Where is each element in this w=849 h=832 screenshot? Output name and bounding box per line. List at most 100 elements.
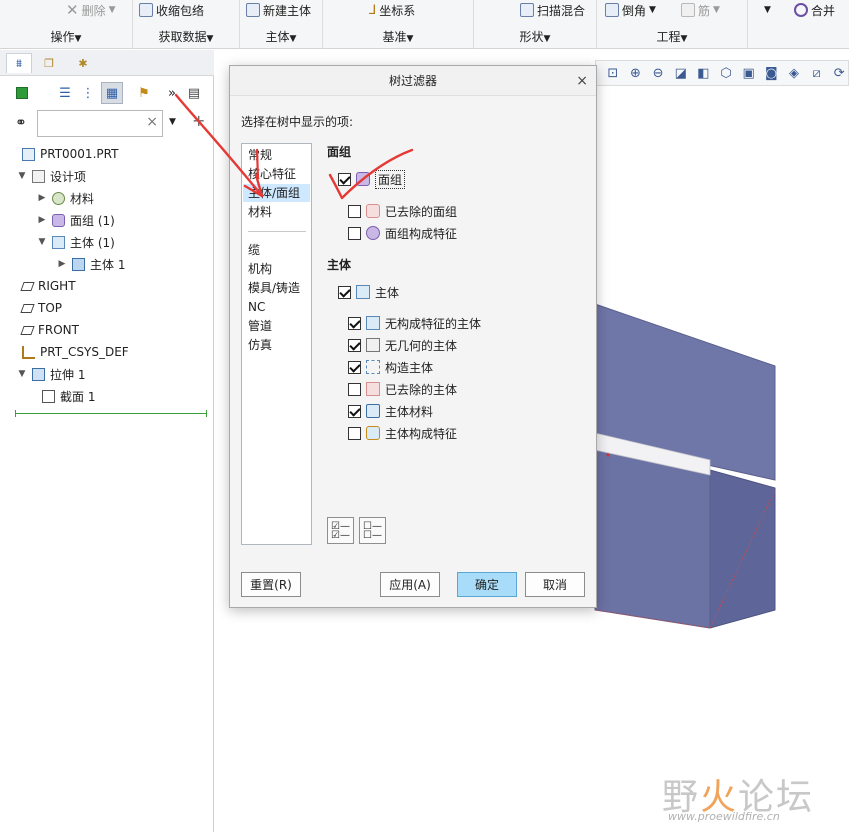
collapsed-chevron-icon[interactable]: ▶ [37, 215, 47, 225]
body-option[interactable]: 主体材料 [348, 402, 433, 420]
tree-node[interactable]: 截面 1 [37, 386, 95, 406]
category-item[interactable]: 常规 [243, 146, 310, 164]
quilt-icon [356, 172, 370, 186]
body-option[interactable]: 构造主体 [348, 358, 433, 376]
tree-filter-button[interactable]: ▦ [101, 82, 123, 104]
ribbon-group-body: 新建主体 主体▼ [240, 0, 323, 49]
checkbox[interactable] [348, 360, 361, 374]
new-body-button[interactable]: 新建主体 [246, 1, 311, 19]
delete-button[interactable]: ✕ 删除 ▼ [66, 1, 116, 19]
sketch-icon [42, 389, 55, 403]
ribbon-group-label[interactable]: 基准▼ [323, 28, 473, 45]
tree-node-label: 主体 (1) [70, 235, 115, 250]
body-option[interactable]: 无几何的主体 [348, 336, 457, 354]
more-dropdown-button[interactable]: ▼ [764, 1, 771, 19]
tree-node[interactable]: PRT0001.PRT [17, 144, 118, 164]
add-icon[interactable]: + [192, 111, 205, 130]
checkbox[interactable] [348, 426, 361, 440]
extrude-icon [32, 367, 45, 381]
tree-search-input[interactable]: × [37, 110, 163, 137]
tree-node[interactable]: TOP [17, 298, 62, 318]
category-item[interactable]: 仿真 [243, 336, 310, 354]
checkbox[interactable] [348, 226, 361, 240]
body-option[interactable]: 无构成特征的主体 [348, 314, 481, 332]
quilt-master-checkbox[interactable]: 面组 [338, 169, 406, 189]
tree-node[interactable]: ▶ 面组 (1) [37, 210, 115, 230]
tree-cube-button[interactable] [11, 82, 33, 104]
checkbox[interactable] [348, 382, 361, 396]
reset-button[interactable]: 重置(R) [241, 572, 301, 597]
csys-button[interactable]: ⅃ 坐标系 [369, 1, 415, 19]
checkbox[interactable] [348, 338, 361, 352]
tree-node[interactable]: PRT_CSYS_DEF [17, 342, 129, 362]
close-icon[interactable]: × [576, 66, 588, 96]
collapsed-chevron-icon[interactable]: ▶ [37, 193, 47, 203]
ribbon-group-label[interactable]: 操作▼ [0, 28, 132, 45]
binoculars-icon[interactable]: ⚭ [15, 115, 27, 131]
tree-node[interactable]: ▶ 主体 1 [57, 254, 125, 274]
clear-search-icon[interactable]: × [146, 114, 158, 130]
tab-folder-browser[interactable]: ❐ [36, 53, 62, 73]
apply-button[interactable]: 应用(A) [380, 572, 440, 597]
tree-node[interactable]: ▼ 拉伸 1 [17, 364, 85, 384]
checkbox[interactable] [348, 404, 361, 418]
body-option[interactable]: 已去除的主体 [348, 380, 457, 398]
ribbon-group-label[interactable]: 形状▼ [474, 28, 596, 45]
checkbox[interactable] [348, 316, 361, 330]
tree-list-button[interactable]: ☰ [54, 82, 76, 104]
body-option[interactable]: 主体构成特征 [348, 424, 457, 442]
tree-toolbar: ☰ ⋮ ▦ ⚑ » ▤ [0, 80, 214, 106]
category-item[interactable]: 材料 [243, 203, 310, 221]
category-list: 常规 核心特征 主体/面组 材料缆机构 模具/铸造 NC 管道 仿真 [241, 143, 312, 545]
tree-node[interactable]: ▶ 材料 [37, 188, 94, 208]
body-no-feature-icon [366, 316, 380, 330]
merge-button[interactable]: 合并 [794, 1, 835, 19]
category-item[interactable]: 管道 [243, 317, 310, 335]
tab-favorites[interactable]: ✱ [70, 53, 96, 73]
quilt-icon [52, 213, 65, 227]
chamfer-button[interactable]: 倒角 ▼ [605, 1, 656, 19]
category-item[interactable]: 模具/铸造 [243, 279, 310, 297]
tree-node-label: PRT_CSYS_DEF [40, 345, 129, 359]
category-item[interactable]: 机构 [243, 260, 310, 278]
quilt-option[interactable]: 已去除的面组 [348, 202, 457, 220]
category-item[interactable]: 核心特征 [243, 165, 310, 183]
expanded-chevron-icon[interactable]: ▼ [17, 171, 27, 181]
expanded-chevron-icon[interactable]: ▼ [37, 237, 47, 247]
tree-node[interactable]: FRONT [17, 320, 79, 340]
category-item[interactable]: 缆 [243, 241, 310, 259]
part-icon [22, 147, 35, 161]
body-master-checkbox[interactable]: 主体 [338, 283, 399, 301]
category-item[interactable]: 主体/面组 [243, 184, 310, 202]
removed-body-icon [366, 382, 380, 396]
tree-node[interactable]: ▼ 设计项 [17, 166, 86, 186]
category-item[interactable]: NC [243, 298, 310, 316]
chevron-down-icon[interactable]: ▼ [169, 117, 176, 127]
ribbon-group-label[interactable]: 工程▼ [597, 28, 747, 45]
ribbon-group-label[interactable]: 主体▼ [240, 28, 322, 45]
tree-settings-button[interactable]: ⚑ [133, 82, 155, 104]
quilt-section-title: 面组 [327, 145, 352, 159]
rib-button[interactable]: 筋 ▼ [681, 1, 720, 19]
tree-columns-button[interactable]: ▤ [183, 82, 205, 104]
collapsed-chevron-icon[interactable]: ▶ [57, 259, 67, 269]
tree-node[interactable]: ▼ 主体 (1) [37, 232, 115, 252]
tree-outline-button[interactable]: ⋮ [77, 82, 99, 104]
insert-here-indicator[interactable] [15, 410, 207, 417]
checkbox[interactable] [338, 172, 351, 186]
tab-model-tree[interactable]: ⩩ [6, 53, 32, 73]
expanded-chevron-icon[interactable]: ▼ [17, 369, 27, 379]
select-all-button[interactable]: ☑— ☑— [327, 517, 354, 544]
tree-node[interactable]: RIGHT [17, 276, 76, 296]
more-tools-button[interactable]: » [161, 82, 183, 104]
quilt-option[interactable]: 面组构成特征 [348, 224, 457, 242]
watermark-url: www.proewildfire.cn [668, 810, 780, 823]
shrinkwrap-button[interactable]: 收缩包络 [139, 1, 204, 19]
checkbox[interactable] [338, 285, 351, 299]
ok-button[interactable]: 确定 [457, 572, 517, 597]
deselect-all-button[interactable]: ☐— ☐— [359, 517, 386, 544]
cancel-button[interactable]: 取消 [525, 572, 585, 597]
ribbon-group-label[interactable]: 获取数据▼ [133, 28, 239, 45]
swept-blend-button[interactable]: 扫描混合 [520, 1, 585, 19]
checkbox[interactable] [348, 204, 361, 218]
